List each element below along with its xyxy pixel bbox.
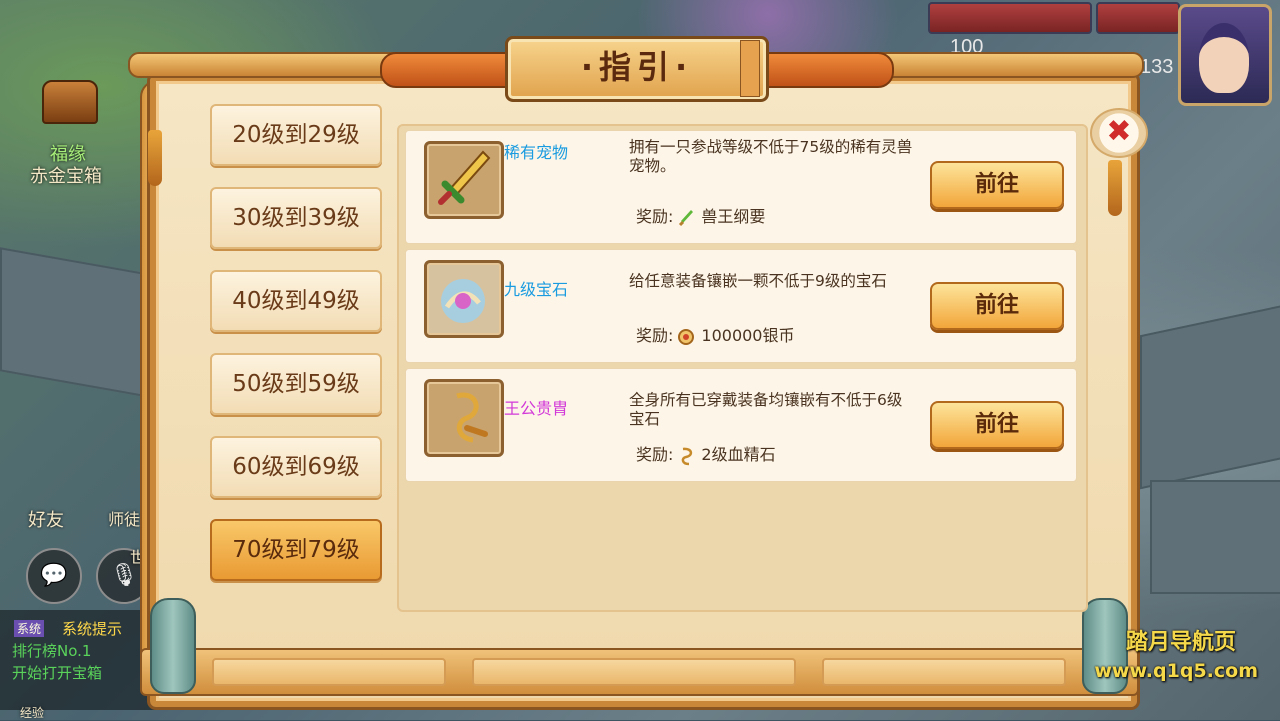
tab-level-50-59[interactable]: 50级到59级 xyxy=(210,353,382,415)
guide-description: 给任意装备镶嵌一颗不低于9级的宝石 xyxy=(629,272,887,290)
guide-name: 稀有宠物 xyxy=(504,143,569,162)
gem-icon[interactable] xyxy=(424,260,504,338)
guide-reward: 奖励: 100000银币 xyxy=(636,322,795,347)
avatar-face xyxy=(1199,23,1249,93)
dialog-title: ·指引· xyxy=(580,48,694,86)
rod-panel xyxy=(822,658,1066,686)
tassel-right-icon xyxy=(1108,160,1122,216)
guide-name: 九级宝石 xyxy=(504,280,569,299)
reward-label: 奖励: xyxy=(636,445,674,464)
go-button[interactable]: 前往 xyxy=(930,401,1064,449)
sword-small-icon xyxy=(677,208,695,228)
rod-panel xyxy=(472,658,796,686)
dialog-title-plate: ·指引· xyxy=(505,36,769,102)
tab-level-20-29[interactable]: 20级到29级 xyxy=(210,104,382,166)
guide-name: 王公贵胄 xyxy=(504,399,569,418)
reward-value: 100000银币 xyxy=(701,326,795,345)
master-label[interactable]: 师徒 xyxy=(108,506,140,530)
go-button[interactable]: 前往 xyxy=(930,282,1064,330)
silver-coin-icon xyxy=(677,327,695,347)
title-ribbon-left xyxy=(380,52,524,88)
guide-row-noble: 王公贵胄 全身所有已穿戴装备均镶嵌有不低于6级宝石 奖励: 2级血精石 前往 xyxy=(405,368,1077,482)
tassel-left-icon xyxy=(148,130,162,186)
go-button[interactable]: 前往 xyxy=(930,161,1064,209)
guide-description: 全身所有已穿戴装备均镶嵌有不低于6级宝石 xyxy=(629,391,903,428)
guide-reward: 奖励: 2级血精石 xyxy=(636,441,776,466)
title-ribbon-right xyxy=(750,52,894,88)
exp-label: 经验 xyxy=(20,706,45,720)
tab-level-40-49[interactable]: 40级到49级 xyxy=(210,270,382,332)
reward-value: 兽王纲要 xyxy=(701,207,766,226)
guide-row-gem: 九级宝石 给任意装备镶嵌一颗不低于9级的宝石 奖励: 100000银币 前往 xyxy=(405,249,1077,363)
vase-left-icon xyxy=(150,598,196,694)
whip-icon[interactable] xyxy=(424,379,504,457)
tab-level-60-69[interactable]: 60级到69级 xyxy=(210,436,382,498)
sword-icon[interactable] xyxy=(424,141,504,219)
watermark-title: 踏月导航页 xyxy=(1125,630,1236,655)
chat-line-1: 系统提示 xyxy=(62,620,123,638)
rod-panel xyxy=(212,658,446,686)
chat-line-3: 开始打开宝箱 xyxy=(12,664,103,682)
chat-system-tag: 系统 xyxy=(14,620,45,637)
tab-level-70-79[interactable]: 70级到79级 xyxy=(210,519,382,581)
whip-small-icon xyxy=(677,446,695,466)
chat-bubble-button[interactable]: 💬 xyxy=(26,548,82,604)
tab-level-30-39[interactable]: 30级到39级 xyxy=(210,187,382,249)
hp-value-2: 133 xyxy=(1140,56,1174,78)
reward-label: 奖励: xyxy=(636,207,674,226)
treasure-chest-icon[interactable] xyxy=(42,80,98,124)
guide-reward: 奖励: 兽王纲要 xyxy=(636,203,765,228)
reward-value: 2级血精石 xyxy=(701,445,776,464)
reward-label: 奖励: xyxy=(636,326,674,345)
watermark-url: www.q1q5.com xyxy=(1094,660,1258,682)
chat-line-2: 排行榜No.1 xyxy=(12,642,92,660)
player-avatar[interactable] xyxy=(1178,4,1272,106)
title-seal-icon xyxy=(740,40,760,97)
hp-bar-left xyxy=(928,2,1092,34)
hp-bar-right xyxy=(1096,2,1180,34)
guide-row-rare-pet: 稀有宠物 拥有一只参战等级不低于75级的稀有灵兽宠物。 奖励: 兽王纲要 前往 xyxy=(405,130,1077,244)
chest-label-2: 赤金宝箱 xyxy=(30,166,102,187)
friends-label[interactable]: 好友 xyxy=(28,506,64,532)
guide-description: 拥有一只参战等级不低于75级的稀有灵兽宠物。 xyxy=(629,138,913,175)
close-button[interactable]: ✖ xyxy=(1090,108,1148,158)
scroll-rod-bottom xyxy=(140,648,1139,696)
